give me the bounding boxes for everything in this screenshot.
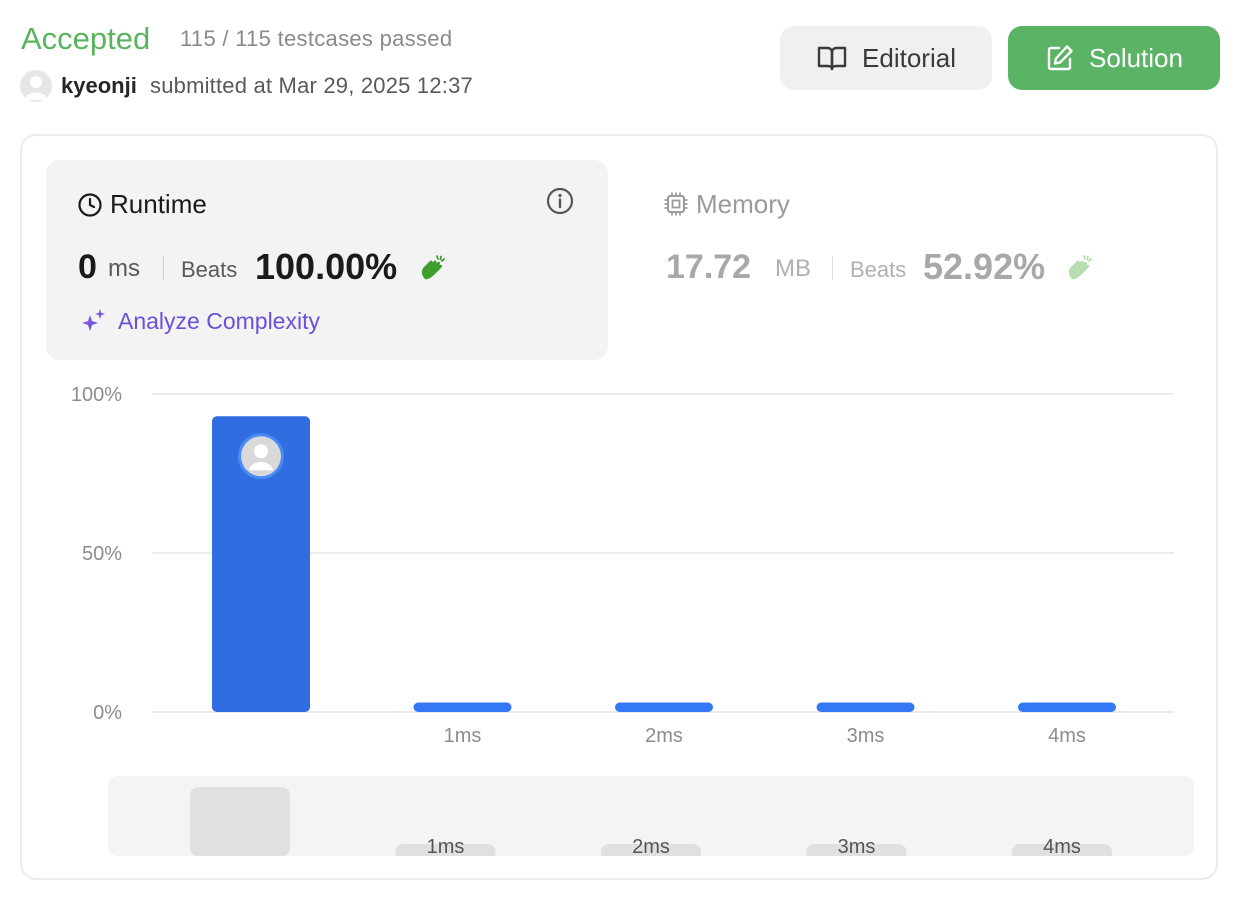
user-icon	[24, 76, 48, 100]
chart-range-navigator[interactable]: 1ms 2ms 3ms 4ms	[108, 776, 1194, 856]
navigator-label: 3ms	[838, 836, 876, 856]
x-tick-label: 3ms	[847, 725, 885, 747]
chip-icon	[664, 192, 688, 216]
runtime-value: 0	[78, 248, 97, 286]
divider	[832, 256, 833, 280]
analyze-complexity-link[interactable]: Analyze Complexity	[118, 308, 320, 335]
y-tick-label: 50%	[82, 543, 122, 565]
runtime-title: Runtime	[110, 189, 207, 219]
sparkle-icon	[82, 309, 105, 331]
user-avatar[interactable]	[20, 70, 52, 102]
submission-status: Accepted	[21, 21, 151, 56]
solution-label: Solution	[1089, 42, 1183, 73]
runtime-beats-value: 100.00%	[255, 246, 398, 287]
edit-icon	[1047, 45, 1073, 71]
memory-value: 17.72	[666, 248, 752, 286]
runtime-beats-label: Beats	[181, 257, 238, 282]
book-icon	[817, 46, 847, 71]
chart-bar[interactable]	[413, 702, 512, 712]
x-tick-label: 2ms	[645, 725, 683, 747]
solution-button[interactable]: Solution	[1008, 26, 1220, 90]
clock-icon	[78, 193, 102, 217]
navigator-bars: 1ms 2ms 3ms 4ms	[190, 787, 1112, 856]
chart-bar[interactable]	[1018, 702, 1116, 712]
navigator-bar	[190, 787, 290, 856]
info-icon[interactable]	[545, 186, 575, 216]
x-tick-label: 1ms	[444, 725, 482, 747]
chart-bar[interactable]	[816, 702, 915, 712]
memory-unit: MB	[775, 255, 811, 282]
submitted-timestamp: submitted at Mar 29, 2025 12:37	[150, 73, 473, 98]
navigator-label: 4ms	[1043, 836, 1081, 856]
editorial-label: Editorial	[862, 42, 956, 73]
y-tick-label: 0%	[93, 702, 122, 724]
clapping-hands-icon	[421, 255, 445, 280]
memory-beats-label: Beats	[850, 257, 907, 282]
clapping-hands-icon	[1068, 255, 1092, 280]
memory-title[interactable]: Memory	[696, 189, 790, 220]
editorial-button[interactable]: Editorial	[780, 26, 992, 90]
navigator-label: 1ms	[427, 836, 465, 856]
y-tick-label: 100%	[71, 384, 122, 406]
navigator-label: 2ms	[632, 836, 670, 856]
testcases-passed: 115 / 115 testcases passed	[180, 26, 453, 51]
user-marker-head	[254, 444, 268, 459]
divider	[163, 256, 164, 280]
runtime-unit: ms	[108, 255, 140, 282]
chart-bar[interactable]	[615, 702, 713, 712]
runtime-distribution-chart[interactable]: 100% 50% 0% 1ms 2ms 3ms 4ms	[40, 380, 1200, 760]
memory-beats-value: 52.92%	[923, 246, 1046, 287]
username-link[interactable]: kyeonji	[61, 73, 137, 99]
x-tick-label: 4ms	[1048, 725, 1086, 747]
